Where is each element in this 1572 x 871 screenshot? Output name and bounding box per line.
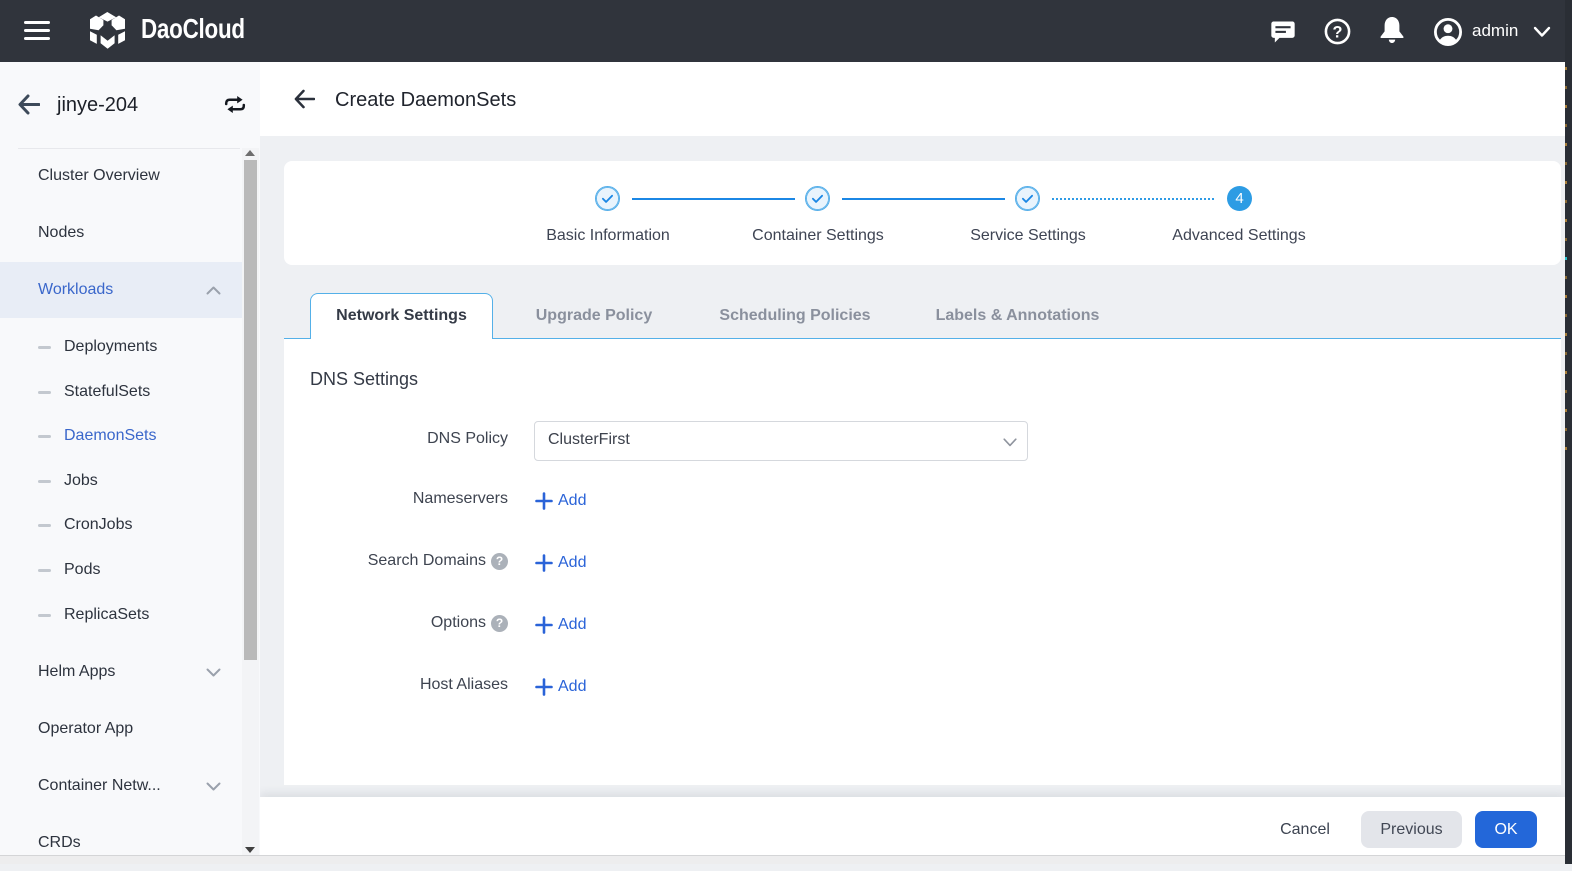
- svg-text:?: ?: [1333, 23, 1343, 41]
